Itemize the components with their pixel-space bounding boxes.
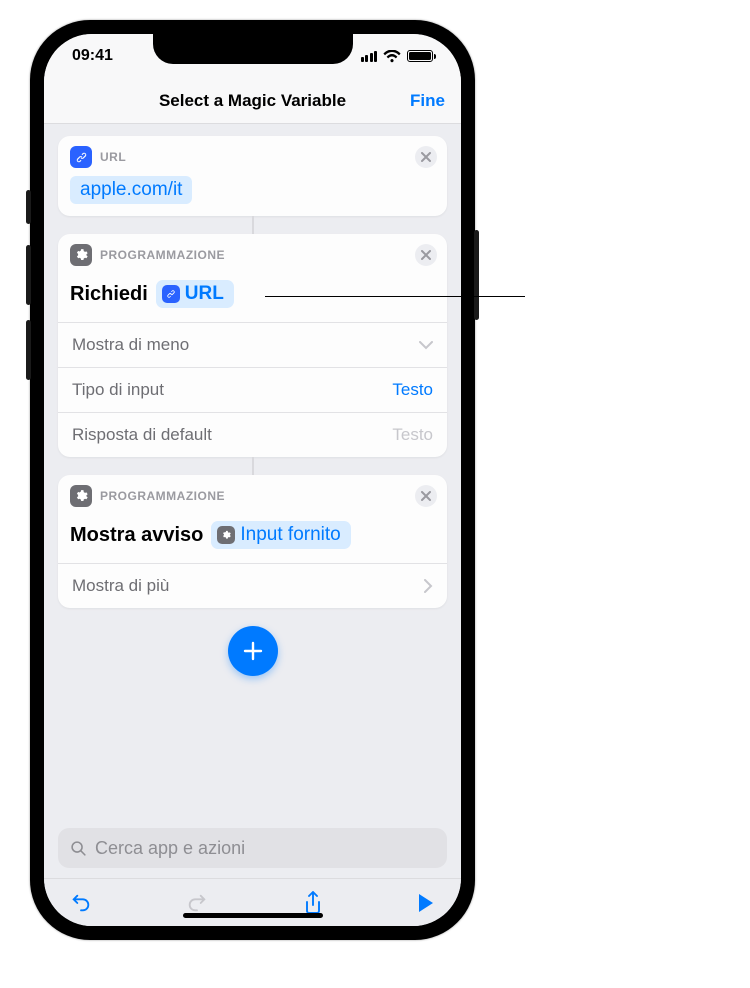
default-response-label: Risposta di default [72,425,212,445]
input-type-label: Tipo di input [72,380,164,400]
bottom-toolbar [44,878,461,926]
iphone-frame: 09:41 Select a Magic Variable Fine [30,20,475,940]
volume-up [26,245,31,305]
request-action-label: Richiedi [70,283,148,306]
side-button [474,230,479,320]
undo-button[interactable] [70,892,92,914]
default-response-placeholder[interactable]: Testo [392,425,433,445]
magic-variable-label: Input fornito [240,524,340,546]
url-action-card[interactable]: URL apple.com/it [58,136,447,216]
request-category-label: PROGRAMMAZIONE [100,248,225,262]
request-action-card[interactable]: PROGRAMMAZIONE Richiedi URL Mostra [58,234,447,457]
input-type-row[interactable]: Tipo di input Testo [58,367,447,412]
request-action-row: Richiedi URL [58,272,447,322]
url-category-label: URL [100,150,126,164]
close-icon[interactable] [415,244,437,266]
notch [153,34,353,64]
callout-leader-line [265,296,525,297]
alert-action-row: Mostra avviso Input fornito [58,513,447,563]
wifi-icon [383,50,401,63]
url-value-token[interactable]: apple.com/it [70,176,192,204]
close-icon[interactable] [415,485,437,507]
magic-variable-label: URL [185,283,224,305]
cellular-icon [361,51,378,62]
done-button[interactable]: Fine [410,91,445,111]
gear-icon [70,244,92,266]
gear-icon [217,526,235,544]
gear-icon [70,485,92,507]
default-response-row[interactable]: Risposta di default Testo [58,412,447,457]
show-less-label: Mostra di meno [72,335,189,355]
link-icon [70,146,92,168]
alert-action-label: Mostra avviso [70,524,203,547]
show-more-label: Mostra di più [72,576,169,596]
battery-icon [407,50,433,62]
status-time: 09:41 [72,47,113,65]
editor-content: URL apple.com/it PROGRAMMAZIONE [44,124,461,828]
volume-down [26,320,31,380]
search-field[interactable]: Cerca app e azioni [58,828,447,868]
show-less-row[interactable]: Mostra di meno [58,322,447,367]
search-icon [70,840,87,857]
search-container: Cerca app e azioni [44,828,461,878]
mute-switch [26,190,31,224]
play-button[interactable] [417,893,435,913]
status-icons [361,50,434,63]
alert-category-label: PROGRAMMAZIONE [100,489,225,503]
nav-title: Select a Magic Variable [159,91,346,111]
connector-line [252,457,254,475]
alert-action-card[interactable]: PROGRAMMAZIONE Mostra avviso Input forni… [58,475,447,608]
search-placeholder: Cerca app e azioni [95,838,245,859]
close-icon[interactable] [415,146,437,168]
provided-input-magic-variable[interactable]: Input fornito [211,521,350,549]
navigation-bar: Select a Magic Variable Fine [44,78,461,124]
redo-button[interactable] [186,892,208,914]
add-action-button[interactable] [228,626,278,676]
home-indicator[interactable] [183,913,323,918]
chevron-right-icon [424,579,433,593]
input-type-value[interactable]: Testo [392,380,433,400]
share-button[interactable] [303,891,323,915]
link-icon [162,285,180,303]
chevron-down-icon [419,341,433,350]
screen: 09:41 Select a Magic Variable Fine [44,34,461,926]
connector-line [252,216,254,234]
show-more-row[interactable]: Mostra di più [58,563,447,608]
url-magic-variable[interactable]: URL [156,280,234,308]
